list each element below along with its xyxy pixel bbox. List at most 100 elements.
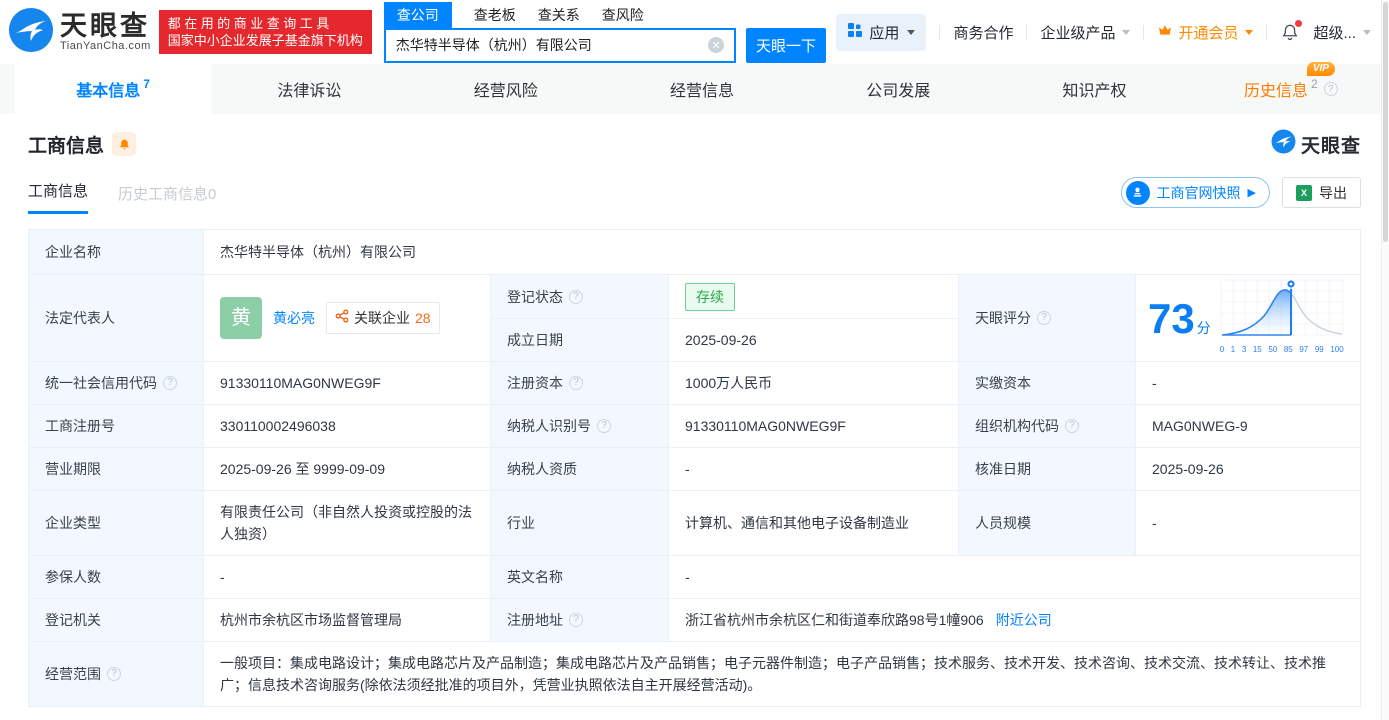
search-tab-relation[interactable]: 查关系 <box>538 2 580 28</box>
account-menu[interactable]: 超级... <box>1313 22 1371 43</box>
cooperation-link[interactable]: 商务合作 <box>953 22 1013 43</box>
tab-intellectual-property[interactable]: 知识产权 <box>996 64 1192 114</box>
taxpayer-quality-value: - <box>668 448 958 490</box>
subscribe-bell-icon[interactable] <box>112 132 137 156</box>
clear-search-icon[interactable]: ✕ <box>708 37 725 53</box>
divider <box>1143 24 1145 40</box>
subtab-history-business-info[interactable]: 历史工商信息0 <box>118 183 216 214</box>
approval-date-value: 2025-09-26 <box>1135 448 1360 490</box>
taxpayer-id-label: 纳税人识别号? <box>490 405 668 447</box>
divider <box>939 24 941 40</box>
tianyancha-logo[interactable]: 天眼查 TianYanCha.com <box>8 7 151 58</box>
english-name-value: - <box>668 556 1360 598</box>
stamp-icon <box>1125 180 1150 205</box>
tianyancha-logo-icon <box>1271 129 1296 159</box>
legal-rep-value: 黄 黄必亮 关联企业 28 <box>203 275 490 361</box>
score-value-cell[interactable]: 73 分 0 1 3 15 50 85 97 99 100 <box>1135 275 1360 361</box>
insured-count-value: - <box>203 556 490 598</box>
help-icon[interactable]: ? <box>107 667 121 681</box>
chevron-down-icon <box>907 29 916 35</box>
slogan-line1: 都在用的商业查询工具 <box>167 16 333 31</box>
open-vip-link[interactable]: 开通会员 <box>1157 22 1254 43</box>
staff-size-label: 人员规模 <box>958 491 1135 555</box>
chevron-down-icon <box>1245 29 1254 35</box>
scrollbar-thumb[interactable] <box>1383 2 1388 242</box>
staff-size-value: - <box>1135 491 1360 555</box>
related-count: 28 <box>415 310 431 326</box>
reg-status-value: 存续 <box>668 275 958 318</box>
divider <box>1266 24 1268 40</box>
tab-business-risk[interactable]: 经营风险 <box>408 64 604 114</box>
company-type-value: 有限责任公司（非自然人投资或控股的法人独资） <box>203 491 490 555</box>
company-name-value: 杰华特半导体（杭州）有限公司 <box>203 230 1360 274</box>
company-name-label: 企业名称 <box>29 230 203 274</box>
top-bar: 天眼查 TianYanCha.com 都在用的商业查询工具 国家中小企业发展子基… <box>0 0 1389 64</box>
nearby-companies-link[interactable]: 附近公司 <box>996 609 1052 631</box>
establish-date-value: 2025-09-26 <box>668 318 958 361</box>
tab-company-development[interactable]: 公司发展 <box>800 64 996 114</box>
insured-count-label: 参保人数 <box>29 556 203 598</box>
avatar[interactable]: 黄 <box>220 297 262 339</box>
official-snapshot-button[interactable]: 工商官网快照 ▶ <box>1120 177 1270 208</box>
search-input[interactable] <box>395 37 709 53</box>
divider <box>1026 24 1028 40</box>
legal-rep-name-link[interactable]: 黄必亮 <box>273 307 315 329</box>
chevron-down-icon <box>1122 29 1131 35</box>
business-scope-value: 一般项目：集成电路设计；集成电路芯片及产品制造；集成电路芯片及产品销售；电子元器… <box>203 642 1360 706</box>
org-code-label: 组织机构代码? <box>958 405 1135 447</box>
export-button[interactable]: X 导出 <box>1282 177 1361 208</box>
registry-authority-label: 登记机关 <box>29 599 203 641</box>
help-icon[interactable]: ? <box>569 613 583 627</box>
watermark-logo: 天眼查 <box>1271 129 1361 159</box>
arrow-right-icon: ▶ <box>1247 187 1256 199</box>
search-tab-company[interactable]: 查公司 <box>383 1 452 28</box>
apps-menu[interactable]: 应用 <box>836 13 927 51</box>
related-companies-badge[interactable]: 关联企业 28 <box>326 302 440 334</box>
tab-business-info[interactable]: 经营信息 <box>604 64 800 114</box>
registered-capital-value: 1000万人民币 <box>668 362 958 404</box>
header-menu: 应用 商务合作 企业级产品 开通会员 超级... <box>836 13 1371 51</box>
english-name-label: 英文名称 <box>490 556 668 598</box>
brand-name: 天眼查 <box>60 11 150 41</box>
paid-capital-value: - <box>1135 362 1360 404</box>
excel-icon: X <box>1296 184 1312 201</box>
score-number: 73 分 <box>1148 295 1211 342</box>
reg-number-value: 330110002496038 <box>203 405 490 447</box>
help-icon[interactable]: ? <box>1037 311 1051 325</box>
score-axis-labels: 0 1 3 15 50 85 97 99 100 <box>1219 344 1344 354</box>
tab-count: 2 <box>1310 77 1318 91</box>
tianyancha-logo-icon <box>8 7 54 58</box>
help-icon[interactable]: ? <box>163 376 177 390</box>
chevron-down-icon <box>1363 29 1371 35</box>
tab-legal-lawsuits[interactable]: 法律诉讼 <box>211 64 407 114</box>
company-type-label: 企业类型 <box>29 491 203 555</box>
notifications-bell-icon[interactable] <box>1280 20 1303 42</box>
subtab-business-info[interactable]: 工商信息 <box>28 180 89 214</box>
tab-history-info[interactable]: 历史信息 VIP 2 ? <box>1193 62 1389 114</box>
search-tab-boss[interactable]: 查老板 <box>474 2 516 28</box>
help-icon[interactable]: ? <box>1065 419 1079 433</box>
scrollbar[interactable] <box>1381 0 1389 720</box>
search-tab-risk[interactable]: 查风险 <box>602 2 644 28</box>
slogan-line2: 国家中小企业发展子基金旗下机构 <box>167 33 363 48</box>
company-nav-tabs: 基本信息 7 法律诉讼 经营风险 经营信息 公司发展 知识产权 历史信息 VIP… <box>0 62 1389 114</box>
help-icon[interactable]: ? <box>597 419 611 433</box>
business-info-table: 企业名称 杰华特半导体（杭州）有限公司 法定代表人 黄 黄必亮 关联企业 28 … <box>28 229 1361 707</box>
search-block: 查公司 查老板 查关系 查风险 ✕ 天眼一下 <box>383 1 826 63</box>
brand-domain: TianYanCha.com <box>60 40 151 52</box>
business-scope-label: 经营范围? <box>29 642 203 706</box>
apps-grid-icon <box>847 22 863 42</box>
crown-icon <box>1157 22 1173 42</box>
org-code-value: MAG0NWEG-9 <box>1135 405 1360 447</box>
search-button[interactable]: 天眼一下 <box>746 27 826 63</box>
help-icon[interactable]: ? <box>569 289 583 304</box>
score-distribution-chart: 0 1 3 15 50 85 97 99 100 <box>1220 278 1344 361</box>
credit-code-label: 统一社会信用代码? <box>29 362 203 404</box>
help-icon[interactable]: ? <box>1323 82 1338 96</box>
registered-address-label: 注册地址? <box>490 599 668 641</box>
enterprise-products-link[interactable]: 企业级产品 <box>1040 22 1131 43</box>
help-icon[interactable]: ? <box>569 376 583 390</box>
tab-basic-info[interactable]: 基本信息 7 <box>15 64 212 114</box>
reg-number-label: 工商注册号 <box>29 405 203 447</box>
status-badge: 存续 <box>685 282 735 311</box>
